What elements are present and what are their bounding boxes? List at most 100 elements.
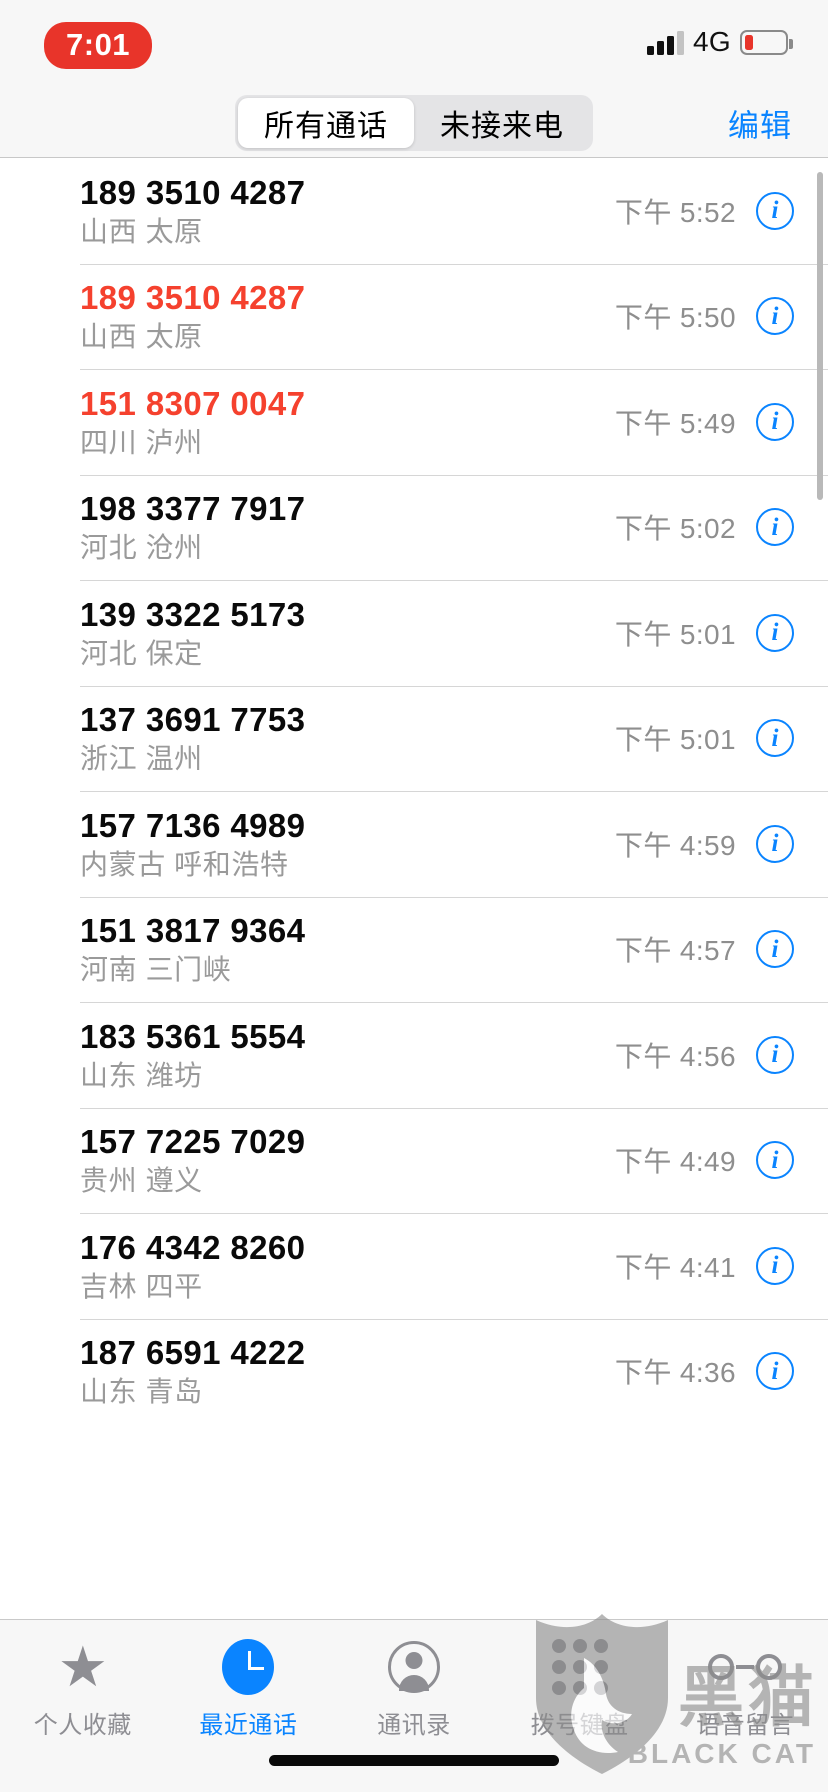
call-time-label: 下午 4:59 xyxy=(614,829,736,861)
call-row-main: 183 5361 5554 山东 潍坊 xyxy=(80,1017,615,1091)
tab-voicemail[interactable]: 语音留言 xyxy=(662,1638,828,1740)
call-row-main: 157 7136 4989 内蒙古 呼和浩特 xyxy=(80,806,615,880)
edit-button[interactable]: 编辑 xyxy=(728,101,792,146)
tab-voicemail-label: 语音留言 xyxy=(696,1712,795,1739)
call-time-label: 下午 4:36 xyxy=(614,1357,736,1389)
call-list-row[interactable]: 157 7225 7029 贵州 遵义 下午 4:49 i xyxy=(0,1107,828,1214)
tab-favorites-label: 个人收藏 xyxy=(33,1712,132,1739)
call-phone-number: 189 3510 4287 xyxy=(80,173,306,211)
call-row-main: 151 3817 9364 河南 三门峡 xyxy=(80,912,615,985)
call-info-button[interactable]: i xyxy=(756,508,794,547)
contacts-person-icon xyxy=(387,1638,440,1696)
call-phone-number: 187 6591 4222 xyxy=(80,1334,306,1372)
call-row-main: 157 7225 7029 贵州 遵义 xyxy=(80,1123,615,1197)
tab-recents[interactable]: 最近通话 xyxy=(166,1638,332,1740)
star-icon: ★ xyxy=(57,1635,108,1698)
call-row-meta: 下午 4:59 i xyxy=(615,824,794,864)
call-row-main: 139 3322 5173 河北 保定 xyxy=(80,596,615,669)
recents-clock-icon xyxy=(222,1638,275,1696)
tab-contacts[interactable]: 通讯录 xyxy=(331,1638,497,1740)
call-location-label: 山西 太原 xyxy=(80,215,203,247)
call-info-button[interactable]: i xyxy=(756,1035,794,1074)
call-row-main: 151 8307 0047 四川 泸州 xyxy=(80,384,615,458)
call-row-main: 187 6591 4222 山东 青岛 xyxy=(80,1334,615,1408)
call-list-row[interactable]: 189 3510 4287 山西 太原 下午 5:50 i xyxy=(0,263,828,370)
call-row-meta: 下午 5:52 i xyxy=(615,191,794,231)
call-info-button[interactable]: i xyxy=(756,191,794,230)
call-phone-number: 176 4342 8260 xyxy=(80,1228,306,1266)
call-row-meta: 下午 4:36 i xyxy=(615,1351,794,1391)
call-row-meta: 下午 4:57 i xyxy=(615,929,794,969)
call-time-label: 下午 5:01 xyxy=(614,724,736,756)
call-time-label: 下午 4:49 xyxy=(614,1146,736,1178)
call-list-row[interactable]: 176 4342 8260 吉林 四平 下午 4:41 i xyxy=(0,1213,828,1319)
cellular-signal-icon xyxy=(647,29,685,55)
call-list-row[interactable]: 151 3817 9364 河南 三门峡 下午 4:57 i xyxy=(0,896,828,1003)
tab-bar[interactable]: ★ 个人收藏 最近通话 通讯录 拨号键盘 语音留言 xyxy=(0,1619,828,1792)
call-list-row[interactable]: 157 7136 4989 内蒙古 呼和浩特 下午 4:59 i xyxy=(0,791,828,897)
tab-keypad[interactable]: 拨号键盘 xyxy=(497,1638,663,1740)
call-list-row[interactable]: 198 3377 7917 河北 沧州 下午 5:02 i xyxy=(0,474,828,581)
call-row-meta: 下午 5:49 i xyxy=(615,402,794,442)
call-filter-segmented-control[interactable]: 所有通话 未接来电 xyxy=(235,95,593,151)
call-time-label: 下午 5:01 xyxy=(614,618,736,650)
call-info-button[interactable]: i xyxy=(756,1246,794,1285)
call-location-label: 吉林 四平 xyxy=(80,1270,203,1302)
call-list-row[interactable]: 137 3691 7753 浙江 温州 下午 5:01 i xyxy=(0,685,828,792)
call-time-label: 下午 4:57 xyxy=(614,935,736,967)
call-location-label: 山东 青岛 xyxy=(80,1376,203,1408)
call-info-button[interactable]: i xyxy=(756,613,794,652)
call-location-label: 河北 保定 xyxy=(80,637,203,669)
call-time-label: 下午 5:49 xyxy=(614,407,736,439)
voicemail-icon xyxy=(708,1638,783,1696)
call-phone-number: 157 7225 7029 xyxy=(80,1123,306,1161)
tab-keypad-label: 拨号键盘 xyxy=(530,1712,629,1739)
call-info-button[interactable]: i xyxy=(756,719,794,758)
call-info-button[interactable]: i xyxy=(756,402,794,441)
call-row-meta: 下午 4:49 i xyxy=(615,1140,794,1180)
navigation-bar: 所有通话 未接来电 编辑 xyxy=(0,88,828,158)
vertical-scrollbar[interactable] xyxy=(817,172,823,500)
home-indicator xyxy=(269,1755,559,1766)
call-row-meta: 下午 4:56 i xyxy=(615,1035,794,1075)
call-row-main: 189 3510 4287 山西 太原 xyxy=(80,173,615,247)
call-row-main: 137 3691 7753 浙江 温州 xyxy=(80,701,615,775)
call-phone-number: 151 3817 9364 xyxy=(80,912,306,950)
call-row-main: 189 3510 4287 山西 太原 xyxy=(80,279,615,352)
call-location-label: 贵州 遵义 xyxy=(80,1165,203,1197)
call-list-row[interactable]: 139 3322 5173 河北 保定 下午 5:01 i xyxy=(0,580,828,686)
recent-calls-list[interactable]: 189 3510 4287 山西 太原 下午 5:52 i 189 3510 4287 山… xyxy=(0,158,828,1419)
segment-all-calls[interactable]: 所有通话 xyxy=(238,98,414,148)
call-phone-number: 151 8307 0047 xyxy=(80,384,306,422)
call-info-button[interactable]: i xyxy=(756,1141,794,1180)
call-info-button[interactable]: i xyxy=(756,824,794,863)
call-row-main: 198 3377 7917 河北 沧州 xyxy=(80,490,615,564)
call-location-label: 浙江 温州 xyxy=(80,743,203,775)
call-row-main: 176 4342 8260 吉林 四平 xyxy=(80,1228,615,1302)
call-time-label: 下午 4:56 xyxy=(614,1040,736,1072)
tab-favorites[interactable]: ★ 个人收藏 xyxy=(0,1638,166,1740)
call-list-row[interactable]: 183 5361 5554 山东 潍坊 下午 4:56 i xyxy=(0,1002,828,1108)
call-list-row[interactable]: 189 3510 4287 山西 太原 下午 5:52 i xyxy=(0,158,828,264)
call-row-meta: 下午 5:02 i xyxy=(615,507,794,547)
call-time-label: 下午 5:52 xyxy=(614,196,736,228)
call-time-label: 下午 5:02 xyxy=(614,513,736,545)
call-info-button[interactable]: i xyxy=(756,1352,794,1391)
call-phone-number: 183 5361 5554 xyxy=(80,1017,306,1055)
call-time-label: 下午 5:50 xyxy=(614,302,736,334)
call-info-button[interactable]: i xyxy=(756,297,794,336)
call-list-row[interactable]: 151 8307 0047 四川 泸州 下午 5:49 i xyxy=(0,369,828,475)
tab-recents-label: 最近通话 xyxy=(199,1712,298,1739)
call-info-button[interactable]: i xyxy=(756,930,794,969)
call-location-label: 内蒙古 呼和浩特 xyxy=(80,848,289,880)
status-bar: 7:01 4G xyxy=(0,0,828,88)
call-location-label: 河北 沧州 xyxy=(80,532,203,564)
call-list-row[interactable]: 187 6591 4222 山东 青岛 下午 4:36 i xyxy=(0,1318,828,1420)
call-phone-number: 189 3510 4287 xyxy=(80,279,306,317)
call-row-meta: 下午 5:50 i xyxy=(615,296,794,336)
call-location-label: 山东 潍坊 xyxy=(80,1059,203,1091)
call-phone-number: 157 7136 4989 xyxy=(80,806,306,844)
call-time-label: 下午 4:41 xyxy=(614,1251,736,1283)
call-row-meta: 下午 5:01 i xyxy=(615,718,794,758)
segment-missed-calls[interactable]: 未接来电 xyxy=(414,98,590,148)
